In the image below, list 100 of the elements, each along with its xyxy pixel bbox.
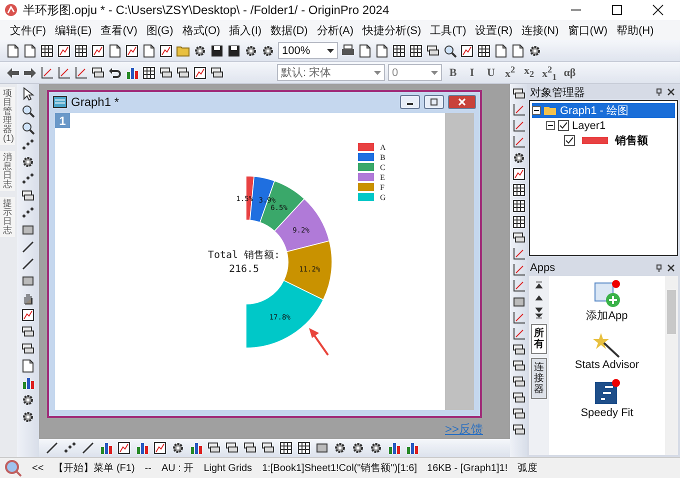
gear-icon[interactable] (21, 410, 35, 424)
menu-item[interactable]: 文件(F) (10, 22, 46, 38)
minimize-button[interactable] (400, 94, 420, 108)
table-icon[interactable] (142, 66, 156, 80)
font-dropdown[interactable]: 默认: 宋体 (277, 64, 385, 81)
chart-icon[interactable] (57, 44, 71, 58)
close-button[interactable] (448, 94, 476, 108)
menu-item[interactable]: 分析(A) (316, 22, 354, 38)
table-icon[interactable] (297, 441, 311, 455)
menu-item[interactable]: 帮助(H) (616, 22, 654, 38)
app-tab[interactable]: 所有 (531, 324, 547, 354)
tree-item[interactable]: Layer1 (532, 118, 675, 133)
rectangle-icon[interactable] (512, 295, 526, 309)
layers-icon[interactable] (426, 44, 440, 58)
format-button[interactable]: B (445, 64, 461, 81)
close-icon[interactable] (667, 264, 675, 272)
chart-icon[interactable] (125, 44, 139, 58)
chart-icon[interactable] (153, 441, 167, 455)
speedy-fit-icon[interactable] (593, 379, 621, 407)
printer-icon[interactable] (341, 44, 355, 58)
menu-item[interactable]: 窗口(W) (568, 22, 608, 38)
chart-icon[interactable] (460, 44, 474, 58)
bar-chart-icon[interactable] (125, 66, 139, 80)
bar-chart-icon[interactable] (99, 441, 113, 455)
chart-icon[interactable] (159, 44, 173, 58)
pin-icon[interactable] (655, 88, 663, 96)
menu-item[interactable]: 连接(N) (522, 22, 559, 38)
layers-icon[interactable] (207, 441, 221, 455)
layers-icon[interactable] (512, 359, 526, 373)
chart-icon[interactable] (91, 44, 105, 58)
page-icon[interactable] (375, 44, 389, 58)
menu-item[interactable]: 工具(T) (430, 22, 466, 38)
format-button[interactable]: αβ (562, 64, 578, 81)
scatter-icon[interactable] (21, 206, 35, 220)
maximize-icon[interactable] (611, 4, 623, 16)
gear-icon[interactable] (351, 441, 365, 455)
chart-icon[interactable] (512, 167, 526, 181)
table-icon[interactable] (512, 183, 526, 197)
app-label[interactable]: Stats Advisor (574, 359, 640, 371)
magic-wand-icon[interactable] (593, 331, 621, 359)
table-icon[interactable] (279, 441, 293, 455)
menu-item[interactable]: 快捷分析(S) (362, 22, 422, 38)
table-icon[interactable] (512, 215, 526, 229)
rectangle-icon[interactable] (315, 441, 329, 455)
rectangle-icon[interactable] (21, 274, 35, 288)
layers-icon[interactable] (512, 343, 526, 357)
tree-item[interactable]: 销售额 (532, 133, 675, 148)
bar-chart-icon[interactable] (21, 376, 35, 390)
page-icon[interactable] (494, 44, 508, 58)
bar-chart-icon[interactable] (387, 441, 401, 455)
page-icon[interactable] (511, 44, 525, 58)
add-app-icon[interactable] (593, 280, 621, 308)
checkbox[interactable] (558, 120, 569, 131)
layers-icon[interactable] (21, 189, 35, 203)
menu-item[interactable]: 插入(I) (229, 22, 262, 38)
app-label[interactable]: Speedy Fit (580, 407, 634, 419)
table-icon[interactable] (477, 44, 491, 58)
gear-icon[interactable] (369, 441, 383, 455)
table-icon[interactable] (512, 199, 526, 213)
page-icon[interactable] (23, 44, 37, 58)
collapse-icon[interactable] (532, 106, 541, 115)
layers-icon[interactable] (512, 391, 526, 405)
pointer-icon[interactable] (21, 87, 35, 101)
bar-chart-icon[interactable] (405, 441, 419, 455)
side-tab[interactable]: 提示日志 (0, 197, 15, 237)
layers-icon[interactable] (512, 407, 526, 421)
menu-item[interactable]: 图(G) (146, 22, 174, 38)
table-icon[interactable] (409, 44, 423, 58)
page-icon[interactable] (358, 44, 372, 58)
magnifier-icon[interactable] (4, 459, 22, 477)
menu-item[interactable]: 格式(O) (182, 22, 220, 38)
menu-item[interactable]: 查看(V) (100, 22, 138, 38)
layers-icon[interactable] (243, 441, 257, 455)
save-icon[interactable] (210, 44, 224, 58)
format-button[interactable]: I (464, 64, 480, 81)
close-icon[interactable] (667, 88, 675, 96)
chart-icon[interactable] (117, 441, 131, 455)
page-icon[interactable] (6, 44, 20, 58)
scatter-icon[interactable] (21, 172, 35, 186)
chart-icon[interactable] (193, 66, 207, 80)
page-icon[interactable] (142, 44, 156, 58)
zoom-dropdown[interactable]: 100% (278, 42, 338, 59)
layers-icon[interactable] (512, 87, 526, 101)
page-icon[interactable] (21, 359, 35, 373)
table-icon[interactable] (392, 44, 406, 58)
layers-icon[interactable] (225, 441, 239, 455)
collapse-icon[interactable] (546, 121, 555, 130)
format-button[interactable]: x$_{2}$ (521, 64, 537, 81)
format-button[interactable]: U (483, 64, 499, 81)
bar-chart-icon[interactable] (189, 441, 203, 455)
save-icon[interactable] (227, 44, 241, 58)
menu-item[interactable]: 编辑(E) (55, 22, 92, 38)
layers-icon[interactable] (210, 66, 224, 80)
tree-item[interactable]: Graph1 - 绘图 (532, 103, 675, 118)
scrollbar[interactable] (665, 276, 678, 455)
side-tab[interactable]: 项目管理器 (1) (0, 87, 15, 145)
app-label[interactable]: 添加App (586, 308, 628, 323)
layers-icon[interactable] (21, 342, 35, 356)
menu-item[interactable]: 数据(D) (270, 22, 308, 38)
close-icon[interactable] (652, 4, 664, 16)
